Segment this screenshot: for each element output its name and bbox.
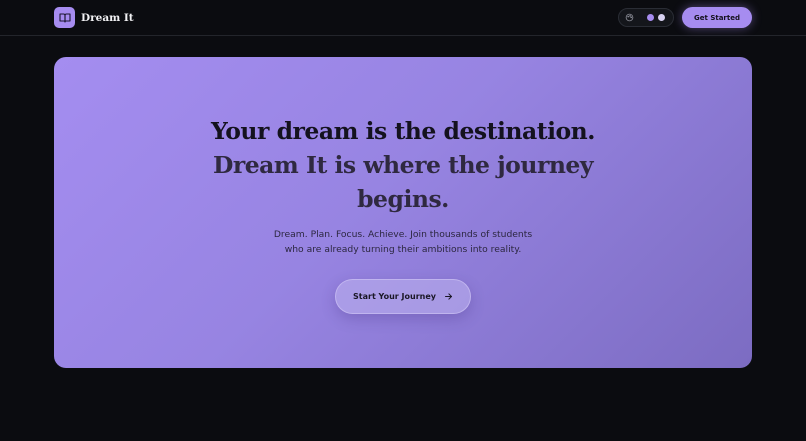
theme-switcher[interactable] — [618, 8, 675, 27]
hero-subtitle-line-1: Dream. Plan. Focus. Achieve. Join thousa… — [273, 229, 533, 240]
hero-title: Your dream is the destination. Dream It … — [54, 114, 752, 216]
hero-title-line-2: Dream It is where the journey — [212, 151, 594, 179]
get-started-button[interactable]: Get Started — [682, 7, 752, 28]
start-journey-button[interactable]: Start Your Journey — [335, 279, 471, 314]
book-open-icon — [58, 12, 71, 23]
top-navbar: Dream It Get Started — [0, 0, 806, 36]
brand-logo — [54, 7, 75, 28]
palette-icon — [625, 13, 634, 22]
hero-subtitle-line-2: who are already turning their ambitions … — [284, 243, 522, 255]
arrow-right-icon — [444, 293, 452, 300]
theme-dot-purple[interactable] — [647, 14, 655, 21]
hero-subtitle: Dream. Plan. Focus. Achieve. Join thousa… — [54, 228, 752, 257]
brand[interactable]: Dream It — [54, 7, 134, 28]
start-journey-label: Start Your Journey — [353, 292, 436, 301]
theme-dot-light[interactable] — [658, 14, 666, 21]
navbar-actions: Get Started — [618, 7, 752, 28]
hero-title-line-1: Your dream is the destination. — [211, 117, 595, 145]
hero-card: Your dream is the destination. Dream It … — [54, 57, 752, 368]
hero-title-line-3: begins. — [357, 185, 449, 213]
brand-name: Dream It — [81, 11, 134, 24]
theme-dots — [647, 14, 666, 21]
